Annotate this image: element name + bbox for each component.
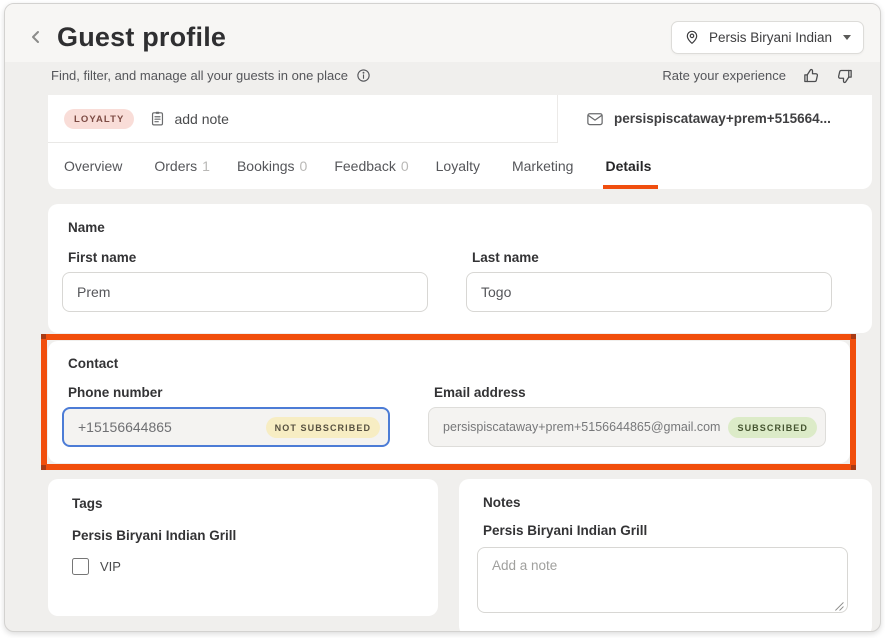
phone-input[interactable]: +15156644865 NOT SUBSCRIBED (62, 407, 390, 447)
name-section-card: Name First name Last name (48, 204, 872, 333)
not-subscribed-badge: NOT SUBSCRIBED (266, 417, 380, 438)
location-selector[interactable]: Persis Biryani Indian (671, 21, 864, 54)
notes-restaurant-name: Persis Biryani Indian Grill (483, 523, 848, 538)
notes-section-card: Notes Persis Biryani Indian Grill (459, 479, 872, 632)
app-window: Guest profile Persis Biryani Indian Find… (4, 3, 881, 632)
tab-marketing[interactable]: Marketing (512, 142, 578, 189)
tab-details[interactable]: Details (605, 142, 656, 189)
subscribed-badge: SUBSCRIBED (728, 417, 817, 438)
guest-header-card: LOYALTY add note persispiscataway+prem+5… (48, 95, 872, 189)
tab-loyalty[interactable]: Loyalty (436, 142, 485, 189)
tags-section-title: Tags (72, 496, 414, 511)
location-label: Persis Biryani Indian (709, 30, 832, 45)
loyalty-badge: LOYALTY (64, 109, 134, 129)
notes-section-title: Notes (483, 495, 848, 510)
chevron-left-icon (29, 29, 43, 45)
tags-section-card: Tags Persis Biryani Indian Grill VIP (48, 479, 438, 616)
tab-orders[interactable]: Orders1 (154, 142, 210, 189)
profile-tabs: Overview Orders1 Bookings0 Feedback0 Loy… (48, 142, 872, 189)
rate-experience-label: Rate your experience (662, 68, 786, 83)
tab-overview[interactable]: Overview (64, 142, 127, 189)
contact-section-card: Contact Phone number +15156644865 NOT SU… (48, 341, 850, 463)
phone-label: Phone number (68, 385, 390, 400)
info-icon[interactable] (356, 68, 371, 83)
envelope-icon (586, 111, 604, 127)
add-note-button[interactable]: add note (149, 110, 229, 127)
contact-section-wrap: Contact Phone number +15156644865 NOT SU… (48, 341, 872, 463)
guest-email-link[interactable]: persispiscataway+prem+515664... (614, 111, 831, 126)
vip-checkbox[interactable] (72, 558, 89, 575)
tags-restaurant-name: Persis Biryani Indian Grill (72, 528, 414, 543)
top-bar: Guest profile Persis Biryani Indian (5, 4, 880, 62)
thumbs-down-button[interactable] (836, 67, 854, 85)
name-section-title: Name (68, 220, 832, 235)
first-name-label: First name (68, 250, 428, 265)
tab-feedback[interactable]: Feedback0 (334, 142, 408, 189)
add-note-label: add note (174, 111, 229, 127)
first-name-input[interactable] (62, 272, 428, 312)
page-title: Guest profile (57, 22, 671, 53)
guests-hint-text: Find, filter, and manage all your guests… (51, 68, 348, 83)
last-name-label: Last name (472, 250, 832, 265)
contact-section-title: Contact (68, 356, 826, 371)
resize-handle-icon[interactable] (834, 601, 844, 611)
add-note-textarea[interactable] (477, 547, 848, 613)
utility-bar: Find, filter, and manage all your guests… (5, 62, 880, 95)
back-button[interactable] (29, 29, 43, 45)
email-label: Email address (434, 385, 826, 400)
thumbs-up-button[interactable] (802, 67, 820, 85)
email-value: persispiscataway+prem+5156644865@gmail.c… (443, 420, 720, 434)
chevron-down-icon (843, 35, 851, 40)
last-name-input[interactable] (466, 272, 832, 312)
note-icon (149, 110, 166, 127)
email-input[interactable]: persispiscataway+prem+5156644865@gmail.c… (428, 407, 826, 447)
main-content: LOYALTY add note persispiscataway+prem+5… (5, 95, 880, 632)
location-pin-icon (684, 29, 700, 45)
tab-bookings[interactable]: Bookings0 (237, 142, 307, 189)
bottom-row: Tags Persis Biryani Indian Grill VIP Not… (48, 479, 872, 632)
phone-value: +15156644865 (78, 419, 172, 435)
vip-label: VIP (100, 559, 121, 574)
